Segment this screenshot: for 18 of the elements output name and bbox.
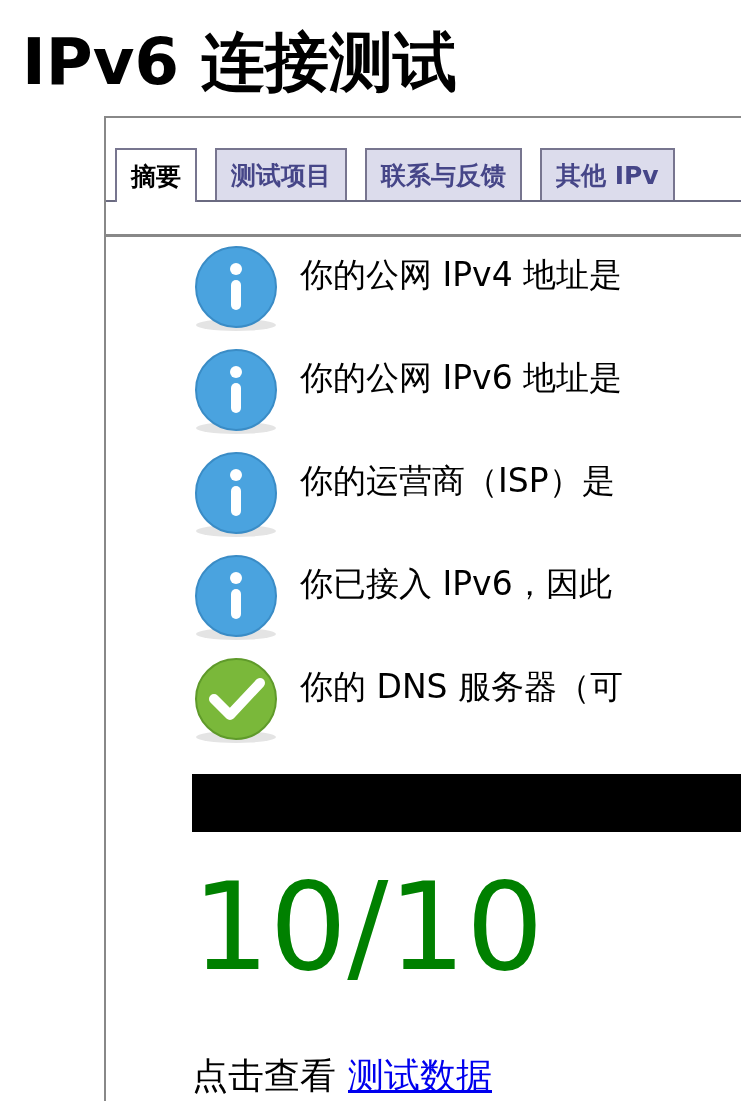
result-text: 你的公网 IPv4 地址是 <box>300 254 623 296</box>
result-text: 你的运营商（ISP）是 <box>300 460 615 502</box>
result-text: 你的 DNS 服务器（可 <box>300 666 624 708</box>
result-text: 你的公网 IPv6 地址是 <box>300 357 623 399</box>
score-text: 10/10 <box>192 855 544 1000</box>
result-text: 你已接入 IPv6，因此 <box>300 563 612 605</box>
info-icon <box>192 451 280 539</box>
info-icon <box>192 245 280 333</box>
page-title: IPv6 连接测试 <box>21 24 458 101</box>
info-icon <box>192 348 280 436</box>
check-icon <box>192 657 280 745</box>
tab[interactable]: 联系与反馈 <box>365 148 522 200</box>
tab[interactable]: 摘要 <box>115 148 197 202</box>
tab[interactable]: 测试项目 <box>215 148 347 200</box>
test-data-link[interactable]: 测试数据 <box>348 1052 492 1101</box>
footer-text: 点击查看 <box>192 1054 336 1098</box>
info-icon <box>192 554 280 642</box>
tab[interactable]: 其他 IPv <box>540 148 675 200</box>
